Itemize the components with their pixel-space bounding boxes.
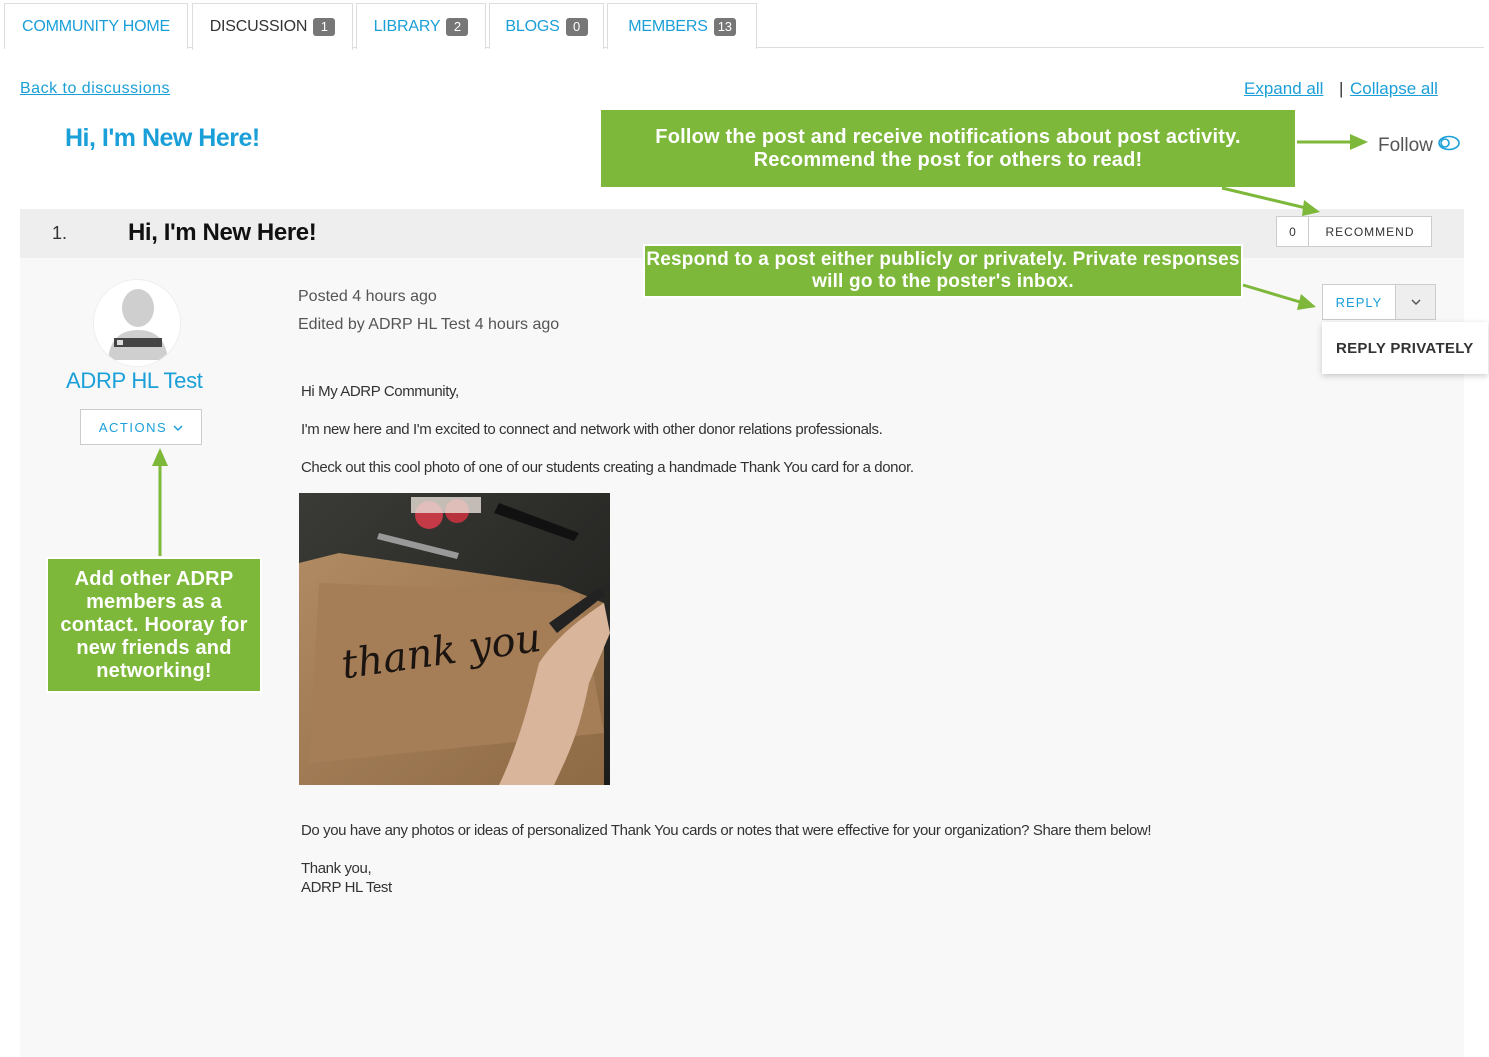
back-to-discussions-link[interactable]: Back to discussions — [20, 80, 170, 98]
contact-callout: Add other ADRP members as a contact. Hoo… — [46, 557, 262, 693]
recommend-button[interactable]: RECOMMEND — [1309, 217, 1431, 246]
recommend-count: 0 — [1277, 217, 1309, 246]
tab-members[interactable]: MEMBERS 13 — [607, 3, 757, 49]
collapse-all-link[interactable]: Collapse all — [1350, 79, 1438, 99]
post-title: Hi, I'm New Here! — [128, 219, 317, 246]
post-signoff: Thank you, — [301, 860, 372, 877]
tab-count-badge: 2 — [446, 17, 469, 36]
actions-label: ACTIONS — [98, 419, 168, 435]
tab-label: LIBRARY — [373, 17, 441, 35]
follow-toggle-icon — [1437, 135, 1461, 157]
actions-button[interactable]: ACTIONS — [80, 409, 202, 445]
edited-info: Edited by ADRP HL Test 4 hours ago — [298, 316, 560, 333]
tab-discussion[interactable]: DISCUSSION 1 — [192, 3, 353, 50]
reply-dropdown-toggle[interactable] — [1396, 284, 1436, 320]
chevron-down-icon — [1410, 299, 1421, 306]
tab-count-badge: 13 — [713, 17, 736, 36]
post-body-line: I'm new here and I'm excited to connect … — [301, 421, 883, 438]
chevron-down-icon — [173, 420, 183, 435]
page-title: Hi, I'm New Here! — [65, 124, 260, 152]
reply-privately-menu-item[interactable]: REPLY PRIVATELY — [1322, 322, 1488, 374]
follow-label: Follow — [1378, 135, 1433, 156]
expand-all-link[interactable]: Expand all — [1244, 79, 1323, 99]
tab-label: DISCUSSION — [209, 18, 308, 35]
author-name-link[interactable]: ADRP HL Test — [66, 368, 203, 394]
post-number: 1. — [52, 223, 68, 243]
tab-label: COMMUNITY HOME — [21, 17, 170, 35]
tab-label: MEMBERS — [628, 17, 708, 35]
tab-count-badge: 0 — [565, 17, 588, 36]
tab-blogs[interactable]: BLOGS 0 — [489, 3, 604, 49]
recommend-group: 0 RECOMMEND — [1276, 216, 1432, 247]
link-separator: | — [1339, 79, 1344, 98]
follow-button[interactable]: Follow — [1378, 135, 1461, 157]
reply-callout: Respond to a post either publicly or pri… — [643, 244, 1243, 298]
tab-library[interactable]: LIBRARY 2 — [356, 3, 486, 49]
tab-count-badge: 1 — [313, 18, 336, 36]
post-body-line: Check out this cool photo of one of our … — [301, 459, 914, 476]
posted-time: Posted 4 hours ago — [298, 288, 437, 305]
post-body-line: Hi My ADRP Community, — [301, 383, 459, 400]
post-body-line: Do you have any photos or ideas of perso… — [301, 822, 1152, 839]
reply-button[interactable]: REPLY — [1322, 284, 1396, 320]
tab-label: BLOGS — [505, 17, 560, 35]
post-photo[interactable]: thank you — [299, 493, 610, 785]
reply-group: REPLY — [1322, 284, 1436, 320]
tab-bar: COMMUNITY HOME DISCUSSION 1 LIBRARY 2 BL… — [4, 3, 1484, 50]
follow-callout: Follow the post and receive notification… — [599, 108, 1297, 189]
user-silhouette-icon — [94, 280, 180, 366]
tab-community-home[interactable]: COMMUNITY HOME — [4, 3, 188, 49]
post-signature: ADRP HL Test — [301, 879, 392, 896]
thank-you-card-image: thank you — [299, 493, 610, 785]
avatar[interactable] — [93, 279, 181, 367]
